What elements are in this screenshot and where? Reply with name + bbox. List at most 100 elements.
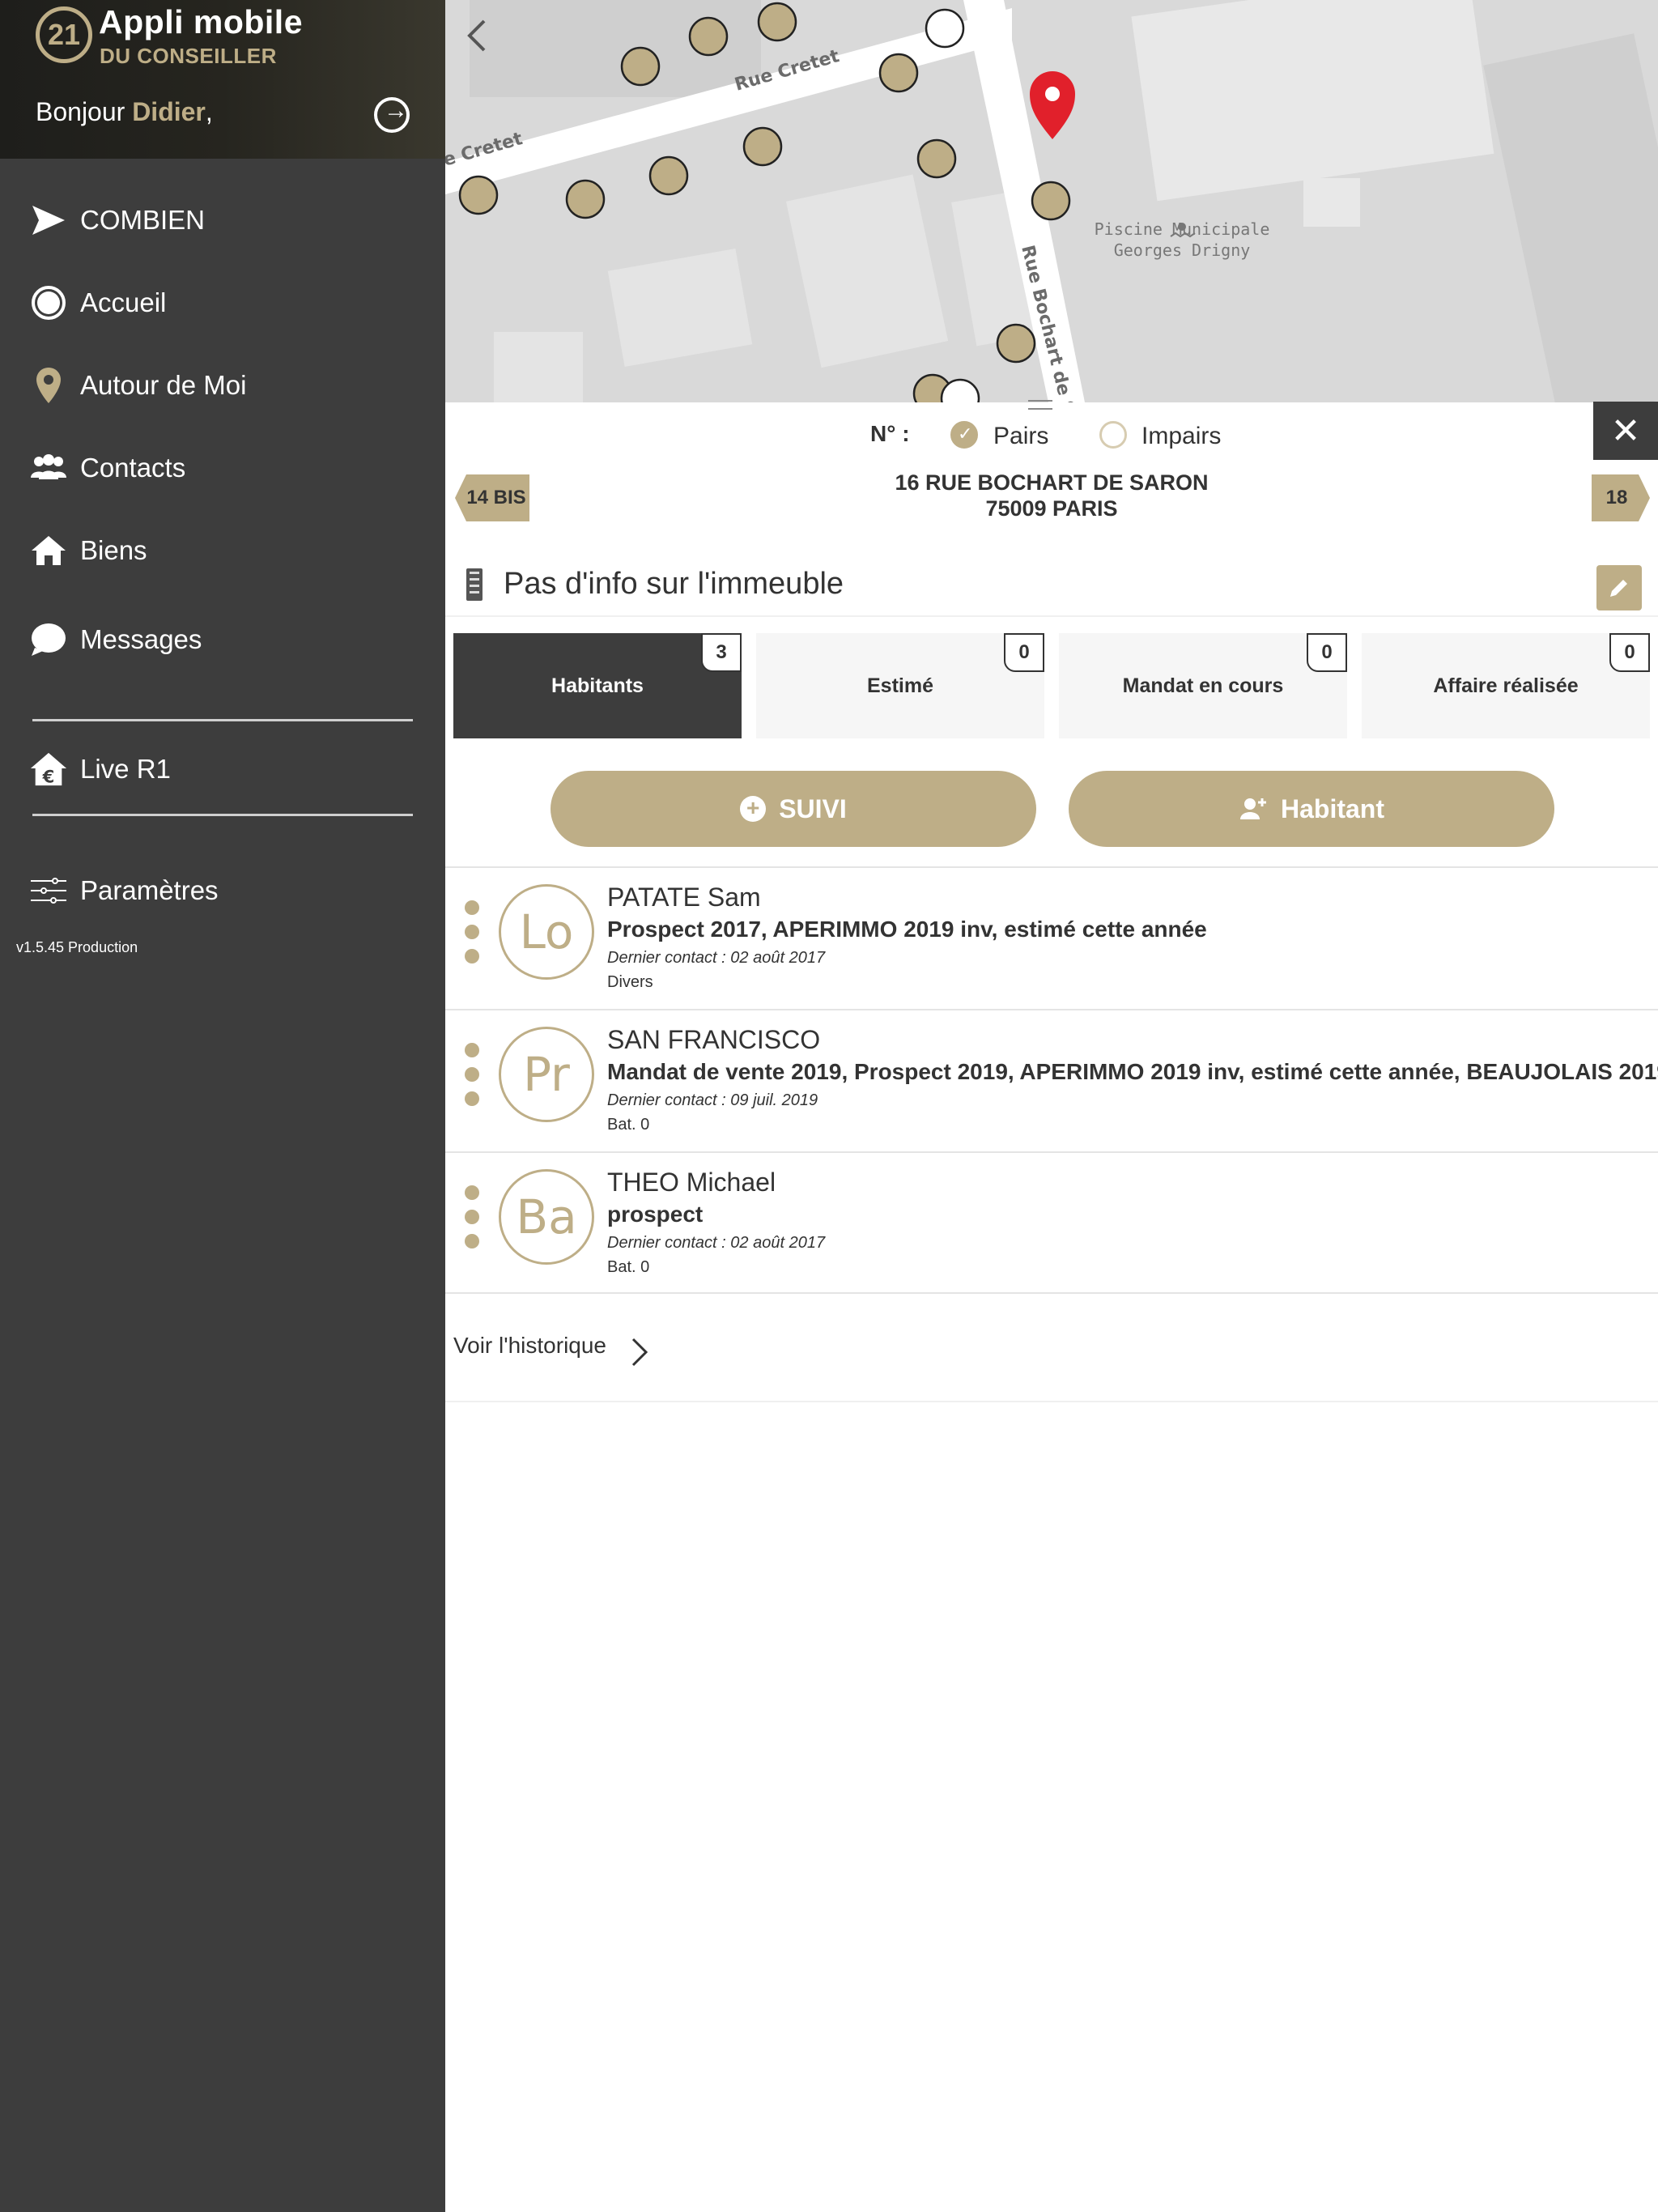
map-marker[interactable] (916, 138, 957, 179)
euro-house-icon: € (29, 750, 68, 789)
number-filter: N° : Pairs Impairs (445, 413, 1658, 462)
resident-last-contact: Dernier contact : 09 juil. 2019 (607, 1091, 818, 1109)
map-marker[interactable] (688, 16, 729, 57)
svg-text:€: € (42, 766, 55, 786)
building-info-text: Pas d'info sur l'immeuble (504, 567, 844, 601)
more-options-icon[interactable] (465, 1185, 481, 1258)
tab-affaire-realisee[interactable]: Affaire réalisée 0 (1362, 633, 1650, 738)
menu-divider (32, 719, 413, 721)
user-name: Didier (132, 97, 206, 126)
resident-extra: Divers (607, 973, 653, 991)
tab-label: Mandat en cours (1122, 674, 1284, 697)
address-text: 16 RUE BOCHART DE SARON 75009 PARIS (688, 470, 1415, 521)
resident-last-contact: Dernier contact : 02 août 2017 (607, 1234, 826, 1252)
menu-item-biens[interactable]: Biens (0, 518, 445, 583)
century21-logo: 21 (36, 6, 92, 63)
radio-pairs-label[interactable]: Pairs (993, 423, 1048, 450)
more-options-icon[interactable] (465, 900, 481, 973)
address-navigator: 14 BIS 16 RUE BOCHART DE SARON 75009 PAR… (445, 470, 1658, 526)
tab-count-badge: 0 (1307, 633, 1347, 672)
resident-name: SAN FRANCISCO (607, 1025, 821, 1054)
chevron-right-icon[interactable] (627, 1336, 651, 1368)
home-circle-icon (29, 283, 68, 322)
menu-item-autour-de-moi[interactable]: Autour de Moi (0, 353, 445, 418)
map-marker[interactable] (458, 175, 499, 215)
resident-extra: Bat. 0 (607, 1258, 650, 1276)
menu-item-parametres[interactable]: Paramètres (0, 858, 445, 923)
menu-label-biens: Biens (80, 535, 147, 565)
tab-label: Habitants (551, 674, 644, 697)
avatar: Lo (499, 884, 594, 980)
history-link[interactable]: Voir l'historique (453, 1333, 606, 1359)
tab-habitants[interactable]: Habitants 3 (453, 633, 742, 738)
menu-item-messages[interactable]: Messages (0, 607, 445, 672)
greeting-suffix: , (205, 97, 213, 126)
send-icon (29, 201, 68, 240)
address-line-2: 75009 PARIS (985, 496, 1118, 521)
menu-label-live-r1: Live R1 (80, 754, 171, 784)
map-poi-label: Piscine Municipale Georges Drigny (1093, 219, 1271, 261)
menu-label-autour-de-moi: Autour de Moi (80, 370, 247, 400)
menu-item-accueil[interactable]: Accueil (0, 270, 445, 335)
map-marker[interactable] (996, 323, 1036, 364)
resident-extra: Bat. 0 (607, 1116, 650, 1134)
map-marker[interactable] (565, 179, 606, 219)
resident-name: PATATE Sam (607, 883, 761, 912)
map-marker[interactable] (878, 53, 919, 93)
map-marker[interactable] (742, 126, 783, 167)
menu-item-combien[interactable]: COMBIEN (0, 188, 445, 253)
menu-item-contacts[interactable]: Contacts (0, 436, 445, 500)
list-item[interactable]: Pr SAN FRANCISCO Mandat de vente 2019, P… (445, 1009, 1658, 1151)
divider (445, 1401, 1658, 1402)
next-address-button[interactable]: 18 (1592, 474, 1650, 521)
list-item[interactable]: Ba THEO Michael prospect Dernier contact… (445, 1151, 1658, 1294)
greeting: Bonjour Didier, (36, 97, 213, 127)
version-label: v1.5.45 Production (16, 939, 138, 955)
previous-address-button[interactable]: 14 BIS (455, 474, 529, 521)
drag-handle-icon[interactable] (1028, 400, 1052, 410)
avatar: Ba (499, 1169, 594, 1265)
more-options-icon[interactable] (465, 1043, 481, 1116)
map-marker[interactable] (620, 46, 661, 87)
list-item[interactable]: Lo PATATE Sam Prospect 2017, APERIMMO 20… (445, 866, 1658, 1009)
resident-list: Lo PATATE Sam Prospect 2017, APERIMMO 20… (445, 866, 1658, 1294)
suivi-button[interactable]: + SUIVI (551, 771, 1036, 847)
resident-last-contact: Dernier contact : 02 août 2017 (607, 949, 826, 967)
add-habitant-button[interactable]: Habitant (1069, 771, 1554, 847)
main-panel: Rue Cretet e Cretet Rue Bochart de Sar P… (445, 0, 1658, 2212)
menu-label-combien: COMBIEN (80, 205, 206, 235)
poi-line-1: Piscine Municipale (1094, 219, 1270, 239)
chat-bubble-icon (29, 620, 68, 659)
map-marker-empty[interactable] (925, 8, 965, 49)
tab-estime[interactable]: Estimé 0 (756, 633, 1044, 738)
logout-icon[interactable] (374, 97, 410, 133)
radio-pairs[interactable] (950, 421, 978, 449)
contacts-icon (29, 449, 68, 487)
habitant-label: Habitant (1281, 793, 1384, 823)
map-marker[interactable] (1031, 181, 1071, 221)
edit-button[interactable] (1596, 565, 1642, 610)
address-line-1: 16 RUE BOCHART DE SARON (895, 470, 1209, 495)
map-marker[interactable] (648, 155, 689, 196)
tab-mandat-en-cours[interactable]: Mandat en cours 0 (1059, 633, 1347, 738)
tab-label: Estimé (867, 674, 933, 697)
map-canvas[interactable]: Rue Cretet e Cretet Rue Bochart de Sar (445, 0, 1658, 402)
sidebar: 21 Appli mobile DU CONSEILLER Bonjour Di… (0, 0, 445, 2212)
map[interactable]: Rue Cretet e Cretet Rue Bochart de Sar P… (445, 0, 1658, 402)
building-info-row: Pas d'info sur l'immeuble (445, 559, 1658, 617)
radio-impairs-label[interactable]: Impairs (1141, 423, 1221, 450)
tab-label: Affaire réalisée (1433, 674, 1579, 697)
radio-impairs[interactable] (1099, 421, 1127, 449)
location-pin-icon (29, 366, 68, 405)
menu-label-accueil: Accueil (80, 287, 167, 317)
back-chevron-icon[interactable] (461, 18, 494, 53)
pencil-icon (1610, 580, 1627, 597)
menu-label-parametres: Paramètres (80, 875, 219, 905)
plus-circle-icon: + (740, 796, 767, 822)
menu-item-live-r1[interactable]: € Live R1 (0, 737, 445, 802)
house-icon (29, 531, 68, 570)
avatar: Pr (499, 1027, 594, 1122)
resident-name: THEO Michael (607, 1168, 776, 1197)
settings-sliders-icon (29, 871, 68, 910)
map-marker[interactable] (757, 2, 797, 42)
